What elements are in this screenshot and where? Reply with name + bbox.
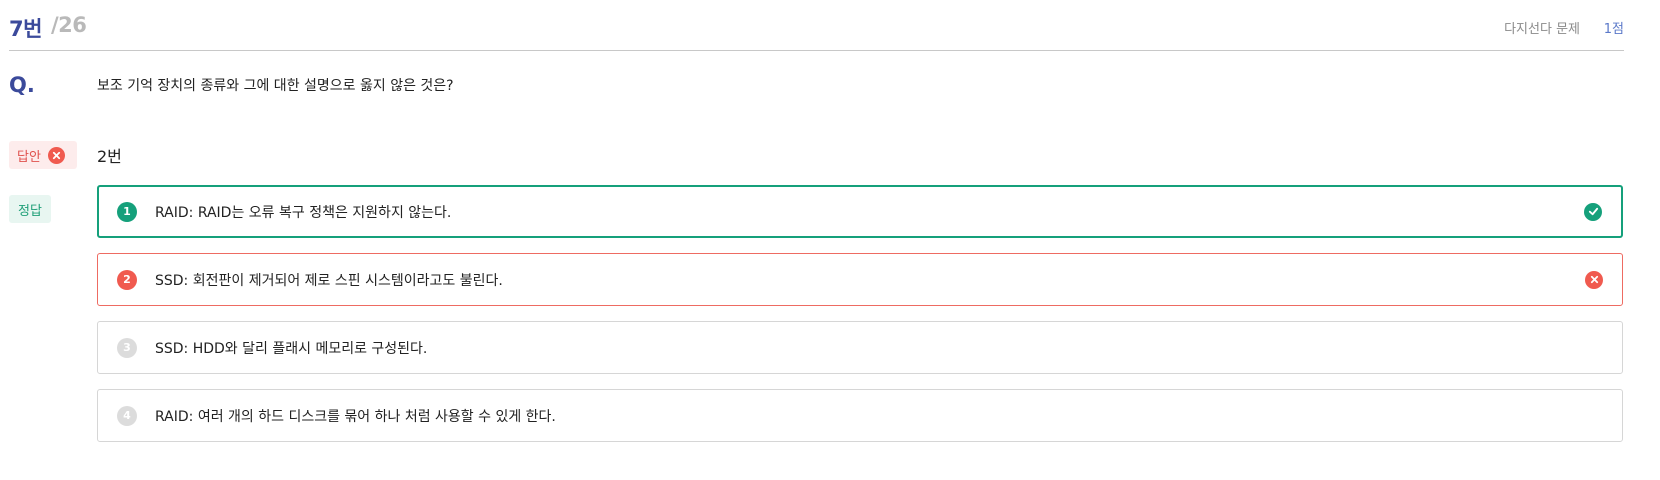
choice-number: 4 bbox=[117, 405, 137, 426]
correct-answer-label: 정답 bbox=[18, 203, 42, 219]
choice-number: 1 bbox=[117, 201, 137, 222]
question-panel: 7번 /26 다지선다 문제 1점 Q. 보조 기억 장치의 종류와 그에 대한… bbox=[0, 0, 1660, 480]
check-circle-icon bbox=[1584, 202, 1602, 221]
choice-text: RAID: RAID는 오류 복구 정책은 지원하지 않는다. bbox=[155, 204, 452, 221]
question-points: 1점 bbox=[1603, 22, 1624, 37]
my-answer-label: 답안 bbox=[17, 149, 41, 165]
question-label: Q. bbox=[9, 73, 35, 97]
my-answer-badge: 답안 bbox=[9, 141, 77, 169]
question-number: 7번 bbox=[9, 17, 42, 41]
question-total: /26 bbox=[51, 13, 87, 37]
choice-4[interactable]: 4 RAID: 여러 개의 하드 디스크를 묶어 하나 처럼 사용할 수 있게 … bbox=[97, 389, 1623, 442]
choice-2[interactable]: 2 SSD: 회전판이 제거되어 제로 스핀 시스템이라고도 불린다. bbox=[97, 253, 1623, 306]
question-header: 7번 /26 다지선다 문제 1점 bbox=[9, 9, 1624, 51]
choice-text: SSD: 회전판이 제거되어 제로 스핀 시스템이라고도 불린다. bbox=[155, 272, 503, 289]
correct-answer-badge: 정답 bbox=[9, 195, 51, 223]
x-circle-icon bbox=[1585, 270, 1603, 289]
choice-number: 2 bbox=[117, 269, 137, 290]
choice-number: 3 bbox=[117, 337, 137, 358]
choice-text: SSD: HDD와 달리 플래시 메모리로 구성된다. bbox=[155, 340, 428, 357]
choice-1[interactable]: 1 RAID: RAID는 오류 복구 정책은 지원하지 않는다. bbox=[97, 185, 1623, 238]
choice-3[interactable]: 3 SSD: HDD와 달리 플래시 메모리로 구성된다. bbox=[97, 321, 1623, 374]
my-answer-value: 2번 bbox=[97, 147, 122, 166]
question-type: 다지선다 문제 bbox=[1504, 22, 1580, 37]
question-text: 보조 기억 장치의 종류와 그에 대한 설명으로 옳지 않은 것은? bbox=[97, 78, 454, 94]
x-circle-icon bbox=[47, 146, 65, 164]
choice-text: RAID: 여러 개의 하드 디스크를 묶어 하나 처럼 사용할 수 있게 한다… bbox=[155, 408, 556, 425]
